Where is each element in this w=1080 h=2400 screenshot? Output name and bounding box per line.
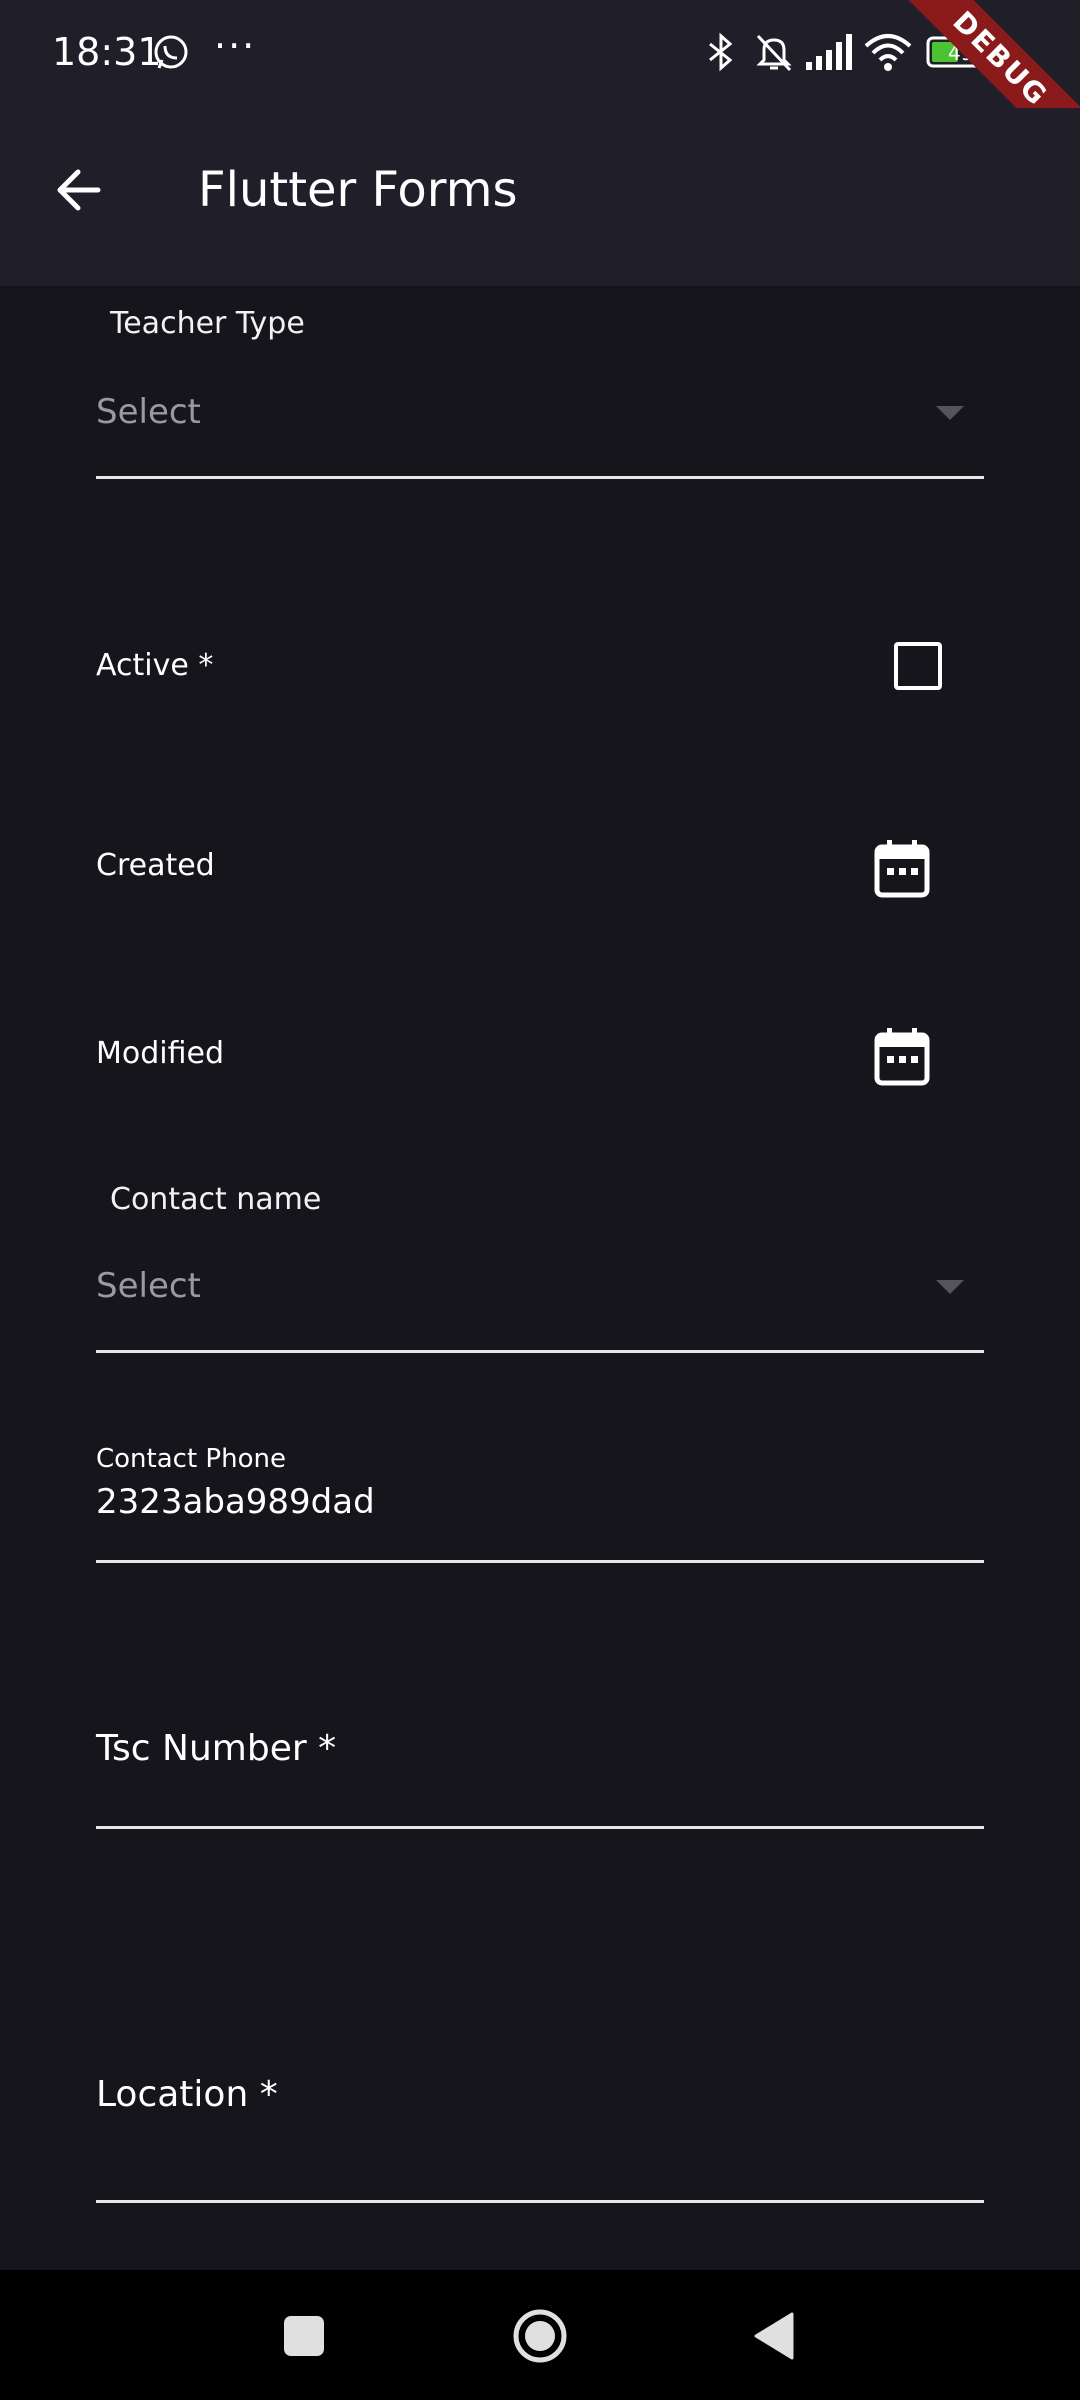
created-label: Created xyxy=(96,848,215,883)
teacher-type-placeholder: Select xyxy=(96,392,201,432)
app-bar xyxy=(0,108,1080,286)
system-nav-bar xyxy=(0,2270,1080,2400)
teacher-type-label: Teacher Type xyxy=(110,306,305,341)
signal-icon xyxy=(806,34,852,70)
chevron-down-icon xyxy=(936,406,964,420)
back-arrow-icon[interactable] xyxy=(50,160,110,220)
wifi-icon xyxy=(864,34,912,71)
location-label: Location * xyxy=(96,2074,278,2115)
whatsapp-icon xyxy=(154,35,188,69)
page-title: Flutter Forms xyxy=(198,162,518,218)
status-bar: 18:31 ··· 49 DEBUG xyxy=(0,0,1080,182)
tsc-number-label: Tsc Number * xyxy=(96,1728,337,1769)
created-calendar-icon[interactable] xyxy=(874,838,930,898)
contact-name-label: Contact name xyxy=(110,1182,322,1217)
teacher-type-underline xyxy=(96,476,984,479)
home-icon[interactable] xyxy=(510,2306,570,2366)
contact-name-underline xyxy=(96,1350,984,1353)
modified-label: Modified xyxy=(96,1036,225,1071)
back-triangle-icon[interactable] xyxy=(752,2312,796,2360)
location-field[interactable] xyxy=(96,2046,984,2206)
contact-name-placeholder: Select xyxy=(96,1266,201,1306)
contact-phone-value: 2323aba989dad xyxy=(96,1482,375,1522)
recent-apps-icon[interactable] xyxy=(282,2314,326,2358)
bluetooth-icon xyxy=(709,32,733,72)
contact-phone-label: Contact Phone xyxy=(96,1444,286,1474)
contact-phone-underline xyxy=(96,1560,984,1563)
status-time: 18:31 xyxy=(52,30,162,74)
modified-calendar-icon[interactable] xyxy=(874,1026,930,1086)
location-underline xyxy=(96,2200,984,2203)
active-checkbox[interactable] xyxy=(894,642,942,690)
more-indicator: ··· xyxy=(214,24,257,68)
active-label: Active * xyxy=(96,648,214,683)
chevron-down-icon xyxy=(936,1280,964,1294)
tsc-number-underline xyxy=(96,1826,984,1829)
mute-bell-icon xyxy=(756,34,792,72)
